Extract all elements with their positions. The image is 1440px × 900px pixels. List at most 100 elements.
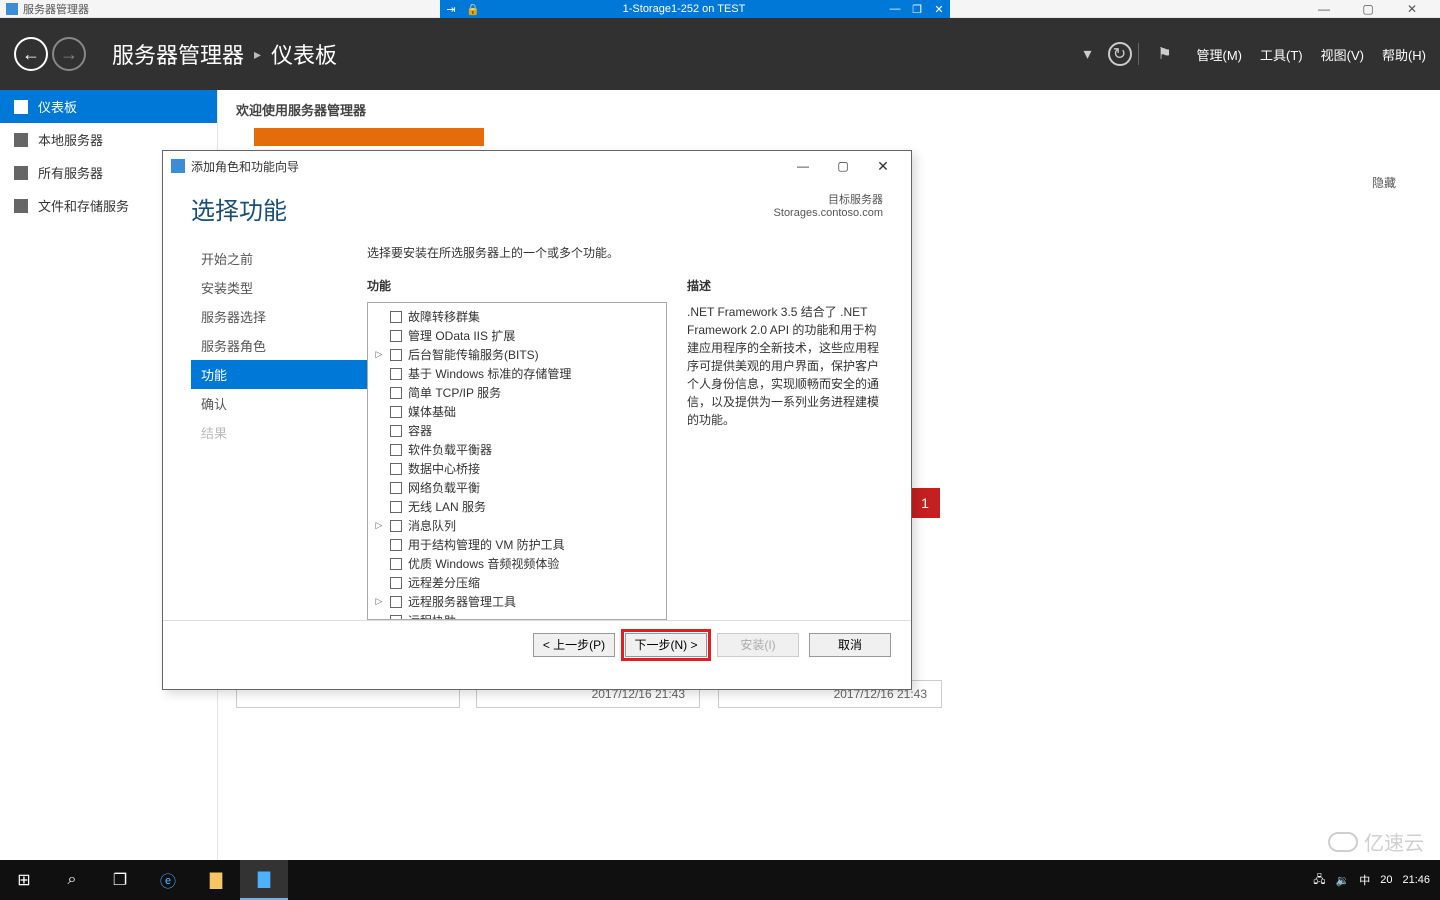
feature-label: 网络负载平衡 [408,479,480,496]
expander-icon[interactable]: ▷ [374,349,384,360]
outer-minimize-button[interactable]: — [1302,0,1346,18]
feature-checkbox[interactable] [390,558,402,570]
feature-checkbox[interactable] [390,311,402,323]
feature-row[interactable]: 故障转移群集 [372,307,662,326]
cancel-button[interactable]: 取消 [809,633,891,657]
wizard-step-results: 结果 [191,418,367,447]
features-list[interactable]: 故障转移群集管理 OData IIS 扩展▷后台智能传输服务(BITS)基于 W… [367,302,667,620]
servers-icon [14,166,28,180]
system-tray: 🖧 🔉 中 20 21:46 [1313,871,1440,890]
task-view-button[interactable]: ❐ [96,860,144,900]
wizard-footer: < 上一步(P) 下一步(N) > 安装(I) 取消 [163,620,911,668]
feature-checkbox[interactable] [390,349,402,361]
sidebar-item-dashboard[interactable]: 仪表板 [0,90,217,123]
wizard-step-install-type[interactable]: 安装类型 [191,273,367,302]
flag-icon[interactable]: ⚑ [1153,42,1177,66]
feature-row[interactable]: 远程差分压缩 [372,573,662,592]
taskbar-explorer-icon[interactable]: ▇ [192,860,240,900]
outer-close-button[interactable]: ✕ [1390,0,1434,18]
feature-row[interactable]: 数据中心桥接 [372,459,662,478]
feature-row[interactable]: 用于结构管理的 VM 防护工具 [372,535,662,554]
feature-checkbox[interactable] [390,539,402,551]
app-icon [6,3,18,15]
feature-checkbox[interactable] [390,615,402,621]
server-icon [14,133,28,147]
hide-link[interactable]: 隐藏 [1372,174,1396,191]
wizard-close-button[interactable]: ✕ [863,158,903,175]
next-button[interactable]: 下一步(N) > [625,633,707,657]
feature-checkbox[interactable] [390,425,402,437]
wizard-maximize-button[interactable]: ▢ [823,159,863,173]
wizard-step-before-begin[interactable]: 开始之前 [191,244,367,273]
feature-row[interactable]: ▷后台智能传输服务(BITS) [372,345,662,364]
breadcrumb-root[interactable]: 服务器管理器 [112,38,244,70]
feature-checkbox[interactable] [390,368,402,380]
feature-label: 软件负载平衡器 [408,441,492,458]
nav-back-button[interactable]: ← [14,37,48,71]
feature-checkbox[interactable] [390,577,402,589]
wizard-step-server-select[interactable]: 服务器选择 [191,302,367,331]
outer-maximize-button[interactable]: ▢ [1346,0,1390,18]
pin-icon[interactable]: ⇥ [440,3,462,16]
menu-help[interactable]: 帮助(H) [1382,45,1426,64]
menu-tools[interactable]: 工具(T) [1260,45,1303,64]
feature-label: 消息队列 [408,517,456,534]
feature-row[interactable]: 简单 TCP/IP 服务 [372,383,662,402]
vm-close-button[interactable]: ✕ [928,3,950,16]
wizard-step-features[interactable]: 功能 [191,360,367,389]
sidebar-item-label: 文件和存储服务 [38,196,129,215]
feature-checkbox[interactable] [390,501,402,513]
taskbar-clock[interactable]: 21:46 [1402,874,1430,886]
feature-checkbox[interactable] [390,330,402,342]
feature-row[interactable]: 基于 Windows 标准的存储管理 [372,364,662,383]
feature-row[interactable]: 网络负载平衡 [372,478,662,497]
expander-icon[interactable]: ▷ [374,520,384,531]
dropdown-icon[interactable]: ▾ [1076,42,1100,66]
feature-row[interactable]: 管理 OData IIS 扩展 [372,326,662,345]
sidebar-item-label: 所有服务器 [38,163,103,182]
feature-checkbox[interactable] [390,463,402,475]
start-button[interactable]: ⊞ [0,860,48,900]
feature-label: 简单 TCP/IP 服务 [408,384,501,401]
vm-minimize-button[interactable]: — [884,3,906,15]
feature-checkbox[interactable] [390,406,402,418]
vm-connection-label: 1-Storage1-252 on TEST [484,3,884,15]
nav-forward-button[interactable]: → [52,37,86,71]
vm-connection-bar: ⇥ 🔒 1-Storage1-252 on TEST — ❐ ✕ [440,0,950,18]
alert-badge[interactable]: 1 [910,488,940,518]
tray-network-icon[interactable]: 🖧 [1313,871,1325,890]
feature-row[interactable]: 优质 Windows 音频视频体验 [372,554,662,573]
clock-time: 21:46 [1402,874,1430,886]
lock-icon: 🔒 [462,3,484,16]
feature-row[interactable]: 容器 [372,421,662,440]
feature-row[interactable]: 远程协助 [372,611,662,620]
tray-ime-indicator[interactable]: 中 [1359,872,1370,888]
feature-checkbox[interactable] [390,387,402,399]
menu-manage[interactable]: 管理(M) [1197,45,1243,64]
feature-checkbox[interactable] [390,482,402,494]
feature-row[interactable]: 媒体基础 [372,402,662,421]
divider [1138,43,1139,65]
feature-row[interactable]: 无线 LAN 服务 [372,497,662,516]
taskbar-server-manager-icon[interactable]: ▇ [240,860,288,900]
feature-checkbox[interactable] [390,596,402,608]
refresh-icon[interactable]: ↻ [1108,42,1132,66]
vm-restore-button[interactable]: ❐ [906,3,928,16]
wizard-title: 添加角色和功能向导 [191,158,299,175]
feature-row[interactable]: ▷远程服务器管理工具 [372,592,662,611]
previous-button[interactable]: < 上一步(P) [533,633,615,657]
taskbar-ie-icon[interactable]: ⓔ [144,860,192,900]
feature-row[interactable]: ▷ 消息队列 [372,516,662,535]
taskbar: ⊞ ⌕ ❐ ⓔ ▇ ▇ 🖧 🔉 中 20 21:46 [0,860,1440,900]
wizard-minimize-button[interactable]: — [783,159,823,173]
cloud-icon [1328,832,1358,852]
expander-icon[interactable]: ▷ [374,596,384,607]
tray-volume-icon[interactable]: 🔉 [1336,874,1350,887]
menu-view[interactable]: 视图(V) [1321,45,1364,64]
wizard-step-confirm[interactable]: 确认 [191,389,367,418]
feature-checkbox[interactable] [390,444,402,456]
feature-row[interactable]: 软件负载平衡器 [372,440,662,459]
feature-checkbox[interactable] [390,520,402,532]
search-button[interactable]: ⌕ [48,860,96,900]
wizard-step-server-roles[interactable]: 服务器角色 [191,331,367,360]
